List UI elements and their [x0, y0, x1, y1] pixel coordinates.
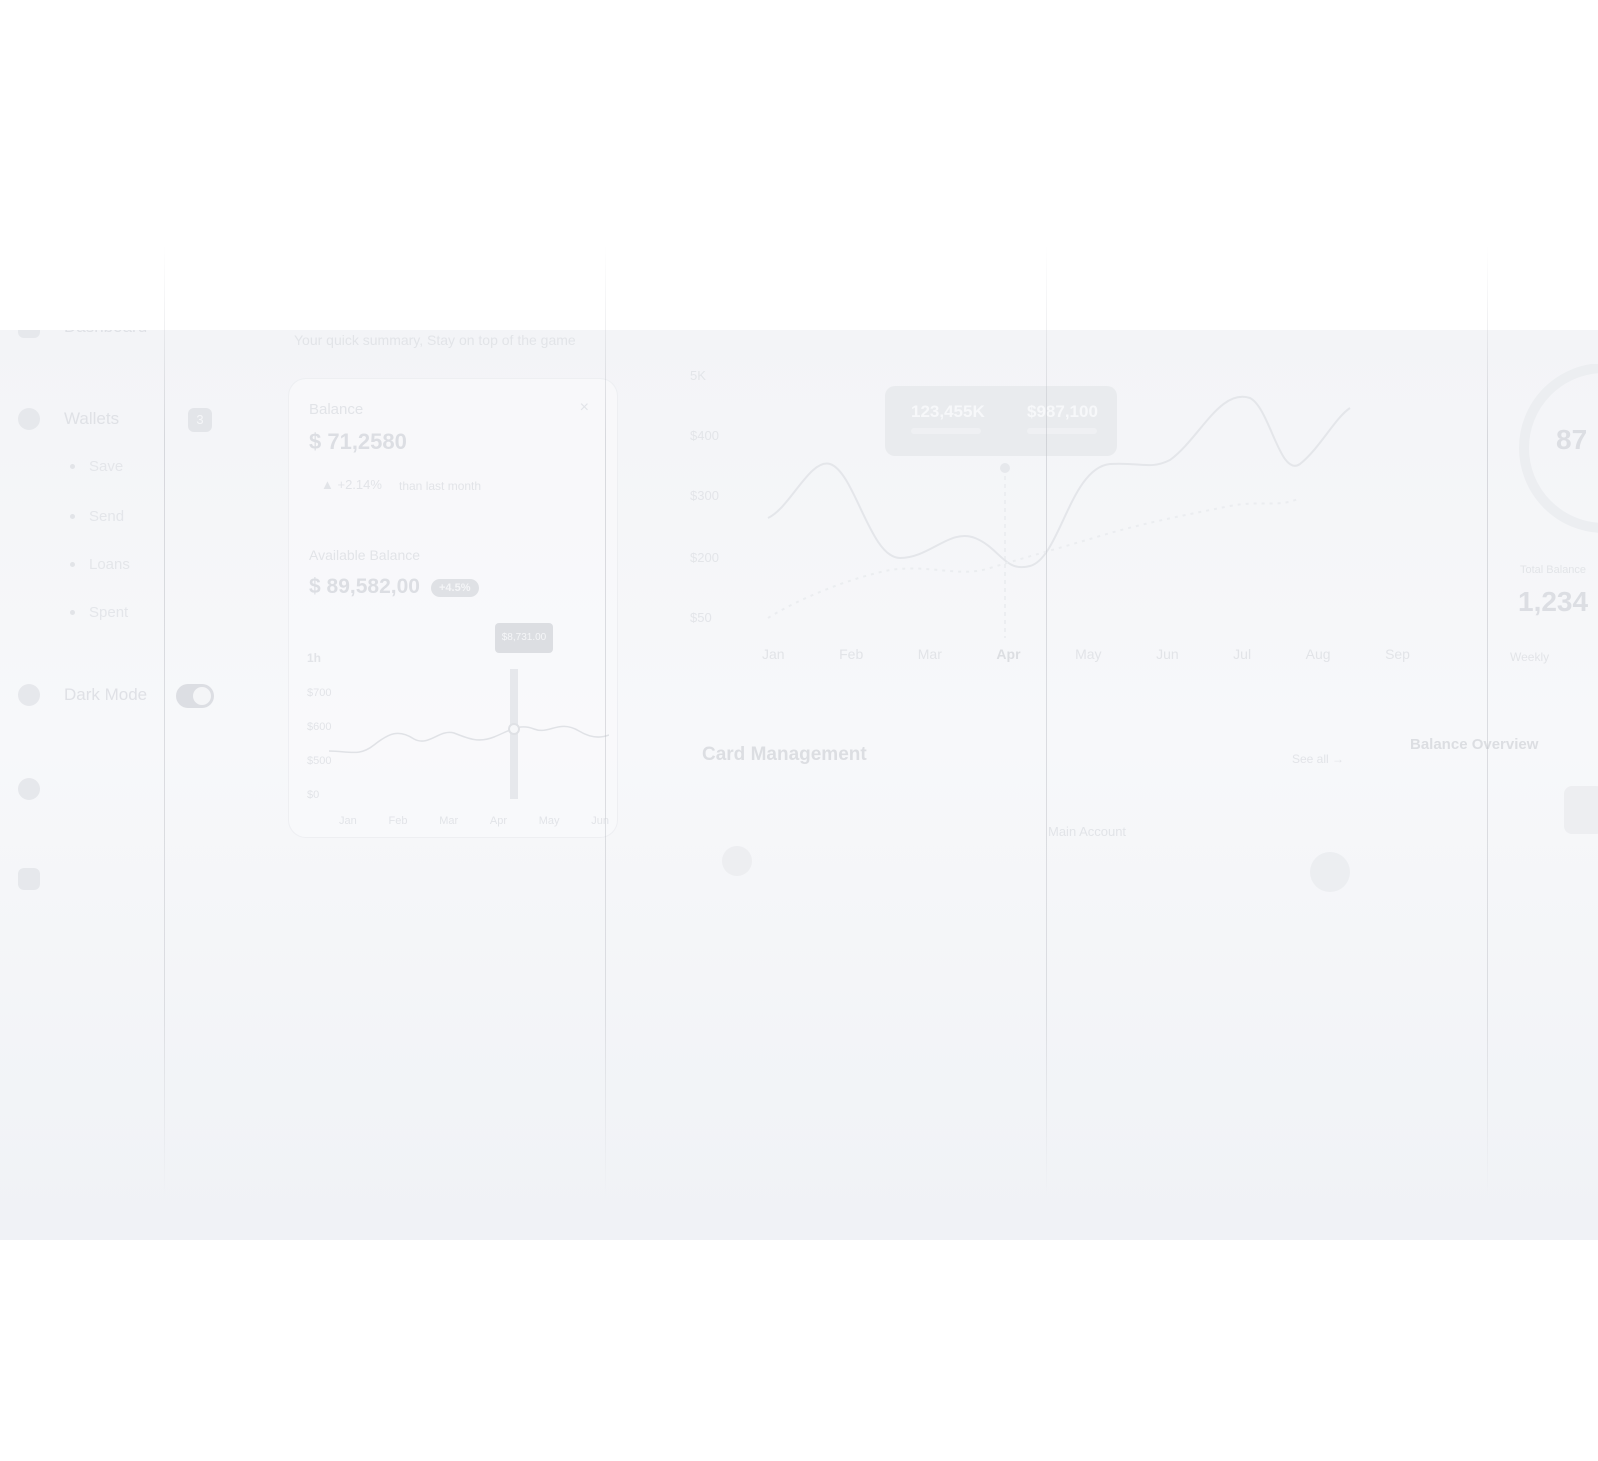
x-tick: Apr: [996, 646, 1021, 662]
main-chart-tooltip: 123,455K $987,100: [885, 386, 1117, 456]
y-tick: $300: [690, 488, 719, 503]
available-value: $ 89,582,00: [309, 575, 420, 598]
bullet-icon: [70, 464, 75, 469]
overview-bar: [1564, 786, 1598, 834]
sidebar-subitem-label: Loans: [89, 556, 130, 573]
y-tick: $50: [690, 610, 712, 625]
add-card-button[interactable]: [1310, 852, 1350, 892]
bullet-icon: [70, 514, 75, 519]
tooltip-caption-left: [911, 428, 981, 434]
main-hover-point: [1000, 463, 1010, 473]
gauge-value: 87: [1556, 424, 1588, 455]
guide-line: [605, 245, 606, 1200]
x-tick: Jul: [1233, 646, 1252, 662]
y-tick: $0: [307, 789, 320, 801]
balance-label: Balance: [309, 401, 364, 418]
wallet-icon: [18, 408, 40, 430]
see-all-label: See all: [1292, 752, 1329, 766]
guide-line: [1487, 245, 1488, 1200]
wallets-badge: 3: [188, 408, 212, 432]
y-tick: $600: [307, 721, 332, 733]
more-icon[interactable]: ×: [580, 399, 589, 417]
y-tick: 5K: [690, 368, 706, 383]
x-tick: Feb: [388, 815, 408, 827]
x-tick: Mar: [439, 815, 459, 827]
see-all-link[interactable]: See all →: [1292, 752, 1344, 766]
available-label: Available Balance: [309, 547, 421, 563]
sidebar-item-wallets[interactable]: Wallets: [18, 408, 119, 430]
available-badge: +4.5%: [431, 579, 479, 597]
mini-chart-tooltip: $8,731.00: [495, 623, 553, 653]
main-account-label: Main Account: [1048, 824, 1127, 839]
balance-card: Balance × $ 71,2580 ▲ +2.14% than last m…: [288, 378, 618, 838]
card-management-title: Card Management: [702, 744, 867, 765]
page-subtitle: Your quick summary, Stay on top of the g…: [294, 332, 576, 348]
y-tick: $500: [307, 755, 332, 767]
x-tick: May: [538, 815, 560, 827]
total-balance-label: Total Balance: [1520, 564, 1587, 576]
dark-mode-toggle[interactable]: [176, 684, 214, 708]
card-chip-icon: [722, 846, 752, 876]
x-tick: Jun: [1156, 646, 1179, 662]
guide-line: [1046, 245, 1047, 1200]
logout-icon: [18, 868, 40, 890]
dashboard-canvas: Dashboard Wallets 3 Save Send Loans Spen…: [0, 328, 1598, 1240]
mini-hover-point: [508, 723, 520, 735]
sidebar-item-label: Wallets: [64, 409, 120, 428]
mini-x-axis: Jan Feb Mar Apr May Jun: [339, 815, 609, 827]
balance-overview-title: Balance Overview: [1410, 736, 1539, 753]
tooltip-value-right: $987,100: [1027, 402, 1098, 421]
sidebar-subitem-label: Send: [89, 508, 125, 525]
range-1h[interactable]: 1h: [307, 651, 321, 665]
main-x-axis: Jan Feb Mar Apr May Jun Jul Aug Sep: [762, 646, 1410, 662]
guide-line: [164, 245, 165, 1200]
tooltip-value-left: 123,455K: [911, 402, 985, 421]
x-tick: Feb: [839, 646, 864, 662]
sidebar-item-label: Dark Mode: [64, 685, 148, 704]
total-balance-value: 1,234: [1518, 586, 1589, 617]
x-tick: Sep: [1385, 646, 1410, 662]
balance-value: $ 71,2580: [309, 429, 407, 454]
x-tick: May: [1075, 646, 1102, 662]
toggle-knob: [193, 687, 211, 705]
tooltip-caption-right: [1027, 428, 1097, 434]
sidebar-item-settings[interactable]: [18, 778, 40, 800]
sidebar-item-logout[interactable]: [18, 868, 40, 890]
y-tick: $400: [690, 428, 719, 443]
x-tick: Mar: [917, 646, 942, 662]
top-whitespace: [0, 0, 1598, 330]
x-tick: Jan: [762, 646, 785, 662]
mini-line-chart: [329, 669, 609, 799]
weekly-label: Weekly: [1510, 650, 1550, 664]
sidebar-subitem-label: Spent: [89, 604, 129, 621]
sidebar-item-dark-mode: Dark Mode: [18, 684, 147, 706]
sidebar-subitem-label: Save: [89, 458, 124, 475]
secondary-series-line: [767, 497, 1301, 619]
sidebar-subitem-send[interactable]: Send: [70, 508, 124, 525]
x-tick: Aug: [1305, 646, 1331, 662]
moon-icon: [18, 684, 40, 706]
bullet-icon: [70, 610, 75, 615]
settings-icon: [18, 778, 40, 800]
sidebar-subitem-spent[interactable]: Spent: [70, 604, 128, 621]
sidebar-subitem-loans[interactable]: Loans: [70, 556, 130, 573]
x-tick: Jan: [339, 815, 357, 827]
balance-change: ▲ +2.14%: [321, 477, 382, 492]
x-tick: Jun: [591, 815, 609, 827]
change-note: than last month: [399, 479, 482, 493]
y-tick: $700: [307, 687, 332, 699]
change-value: +2.14%: [337, 477, 382, 492]
bottom-whitespace: [0, 1240, 1598, 1461]
sidebar-subitem-save[interactable]: Save: [70, 458, 123, 475]
y-tick: $200: [690, 550, 719, 565]
mini-series-line: [329, 725, 609, 754]
bullet-icon: [70, 562, 75, 567]
x-tick: Apr: [489, 815, 507, 827]
